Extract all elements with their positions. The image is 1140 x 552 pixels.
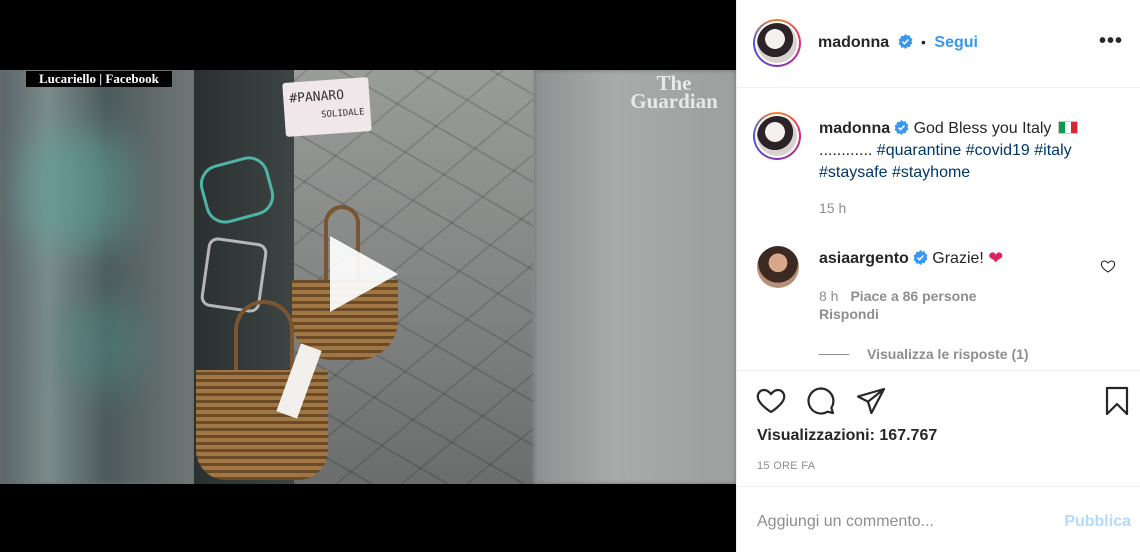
comment-input[interactable] xyxy=(757,513,1047,531)
caption-text: madonna God Bless you Italy ............… xyxy=(819,118,1119,184)
verified-badge-icon xyxy=(913,250,928,265)
author-avatar[interactable] xyxy=(753,19,801,67)
post-time-ago[interactable]: 15 ORE FA xyxy=(757,460,815,472)
caption-avatar[interactable] xyxy=(753,112,801,160)
view-replies-button[interactable]: Visualizza le risposte (1) xyxy=(819,346,1029,362)
comment-likes-link[interactable]: Piace a 86 persone xyxy=(850,288,976,304)
comment-time[interactable]: 8 h xyxy=(819,288,838,304)
comment-composer: Pubblica xyxy=(737,486,1140,552)
verified-badge-icon xyxy=(898,34,913,49)
comment-bubble-icon[interactable] xyxy=(805,385,837,417)
post-header: madonna • Segui ••• xyxy=(737,0,1140,88)
post-panel: madonna • Segui ••• madonna God Bless yo… xyxy=(736,0,1140,552)
blurred-background-right xyxy=(534,70,736,484)
publish-button[interactable]: Pubblica xyxy=(1064,513,1131,531)
guardian-watermark: The Guardian xyxy=(630,71,718,113)
caption-username[interactable]: madonna xyxy=(819,120,890,137)
video-player[interactable]: #PANARO SOLIDALE Lucariello | Facebook T… xyxy=(0,0,736,552)
hashtag-link[interactable]: #staysafe xyxy=(819,164,887,181)
separator-dot: • xyxy=(921,34,926,50)
comment-meta: 8 h Piace a 86 persone Rispondi xyxy=(819,287,1099,323)
red-heart-emoji-icon: ❤ xyxy=(988,248,1004,268)
hashtag-link[interactable]: #covid19 xyxy=(966,142,1030,159)
commenter-username[interactable]: asiaargento xyxy=(819,250,909,267)
post-actions: Visualizzazioni: 167.767 15 ORE FA xyxy=(737,370,1140,486)
hashtag-link[interactable]: #stayhome xyxy=(892,164,970,181)
comment-text: Grazie! xyxy=(932,250,984,267)
hashtag-link[interactable]: #quarantine xyxy=(877,142,962,159)
like-heart-icon[interactable] xyxy=(755,385,787,417)
blurred-background-left xyxy=(0,70,194,484)
follow-button[interactable]: Segui xyxy=(934,34,978,51)
replies-dash xyxy=(819,354,849,355)
play-icon[interactable] xyxy=(330,236,398,312)
caption-timestamp[interactable]: 15 h xyxy=(819,200,846,216)
commenter-avatar[interactable] xyxy=(757,246,799,288)
comment-line: asiaargento Grazie! ❤ xyxy=(819,248,1003,269)
comment-like-heart-icon[interactable] xyxy=(1100,258,1116,274)
verified-badge-icon xyxy=(894,120,909,135)
share-paper-plane-icon[interactable] xyxy=(855,385,887,417)
panaro-sign: #PANARO SOLIDALE xyxy=(282,77,372,137)
video-credit: Lucariello | Facebook xyxy=(26,71,172,87)
more-options-icon[interactable]: ••• xyxy=(1099,30,1123,53)
save-bookmark-icon[interactable] xyxy=(1101,385,1133,417)
reply-button[interactable]: Rispondi xyxy=(819,306,879,322)
author-username[interactable]: madonna xyxy=(818,34,889,51)
views-count[interactable]: Visualizzazioni: 167.767 xyxy=(757,427,937,445)
basket-handle xyxy=(234,300,294,380)
italy-flag-icon xyxy=(1057,121,1078,134)
hashtag-link[interactable]: #italy xyxy=(1034,142,1071,159)
